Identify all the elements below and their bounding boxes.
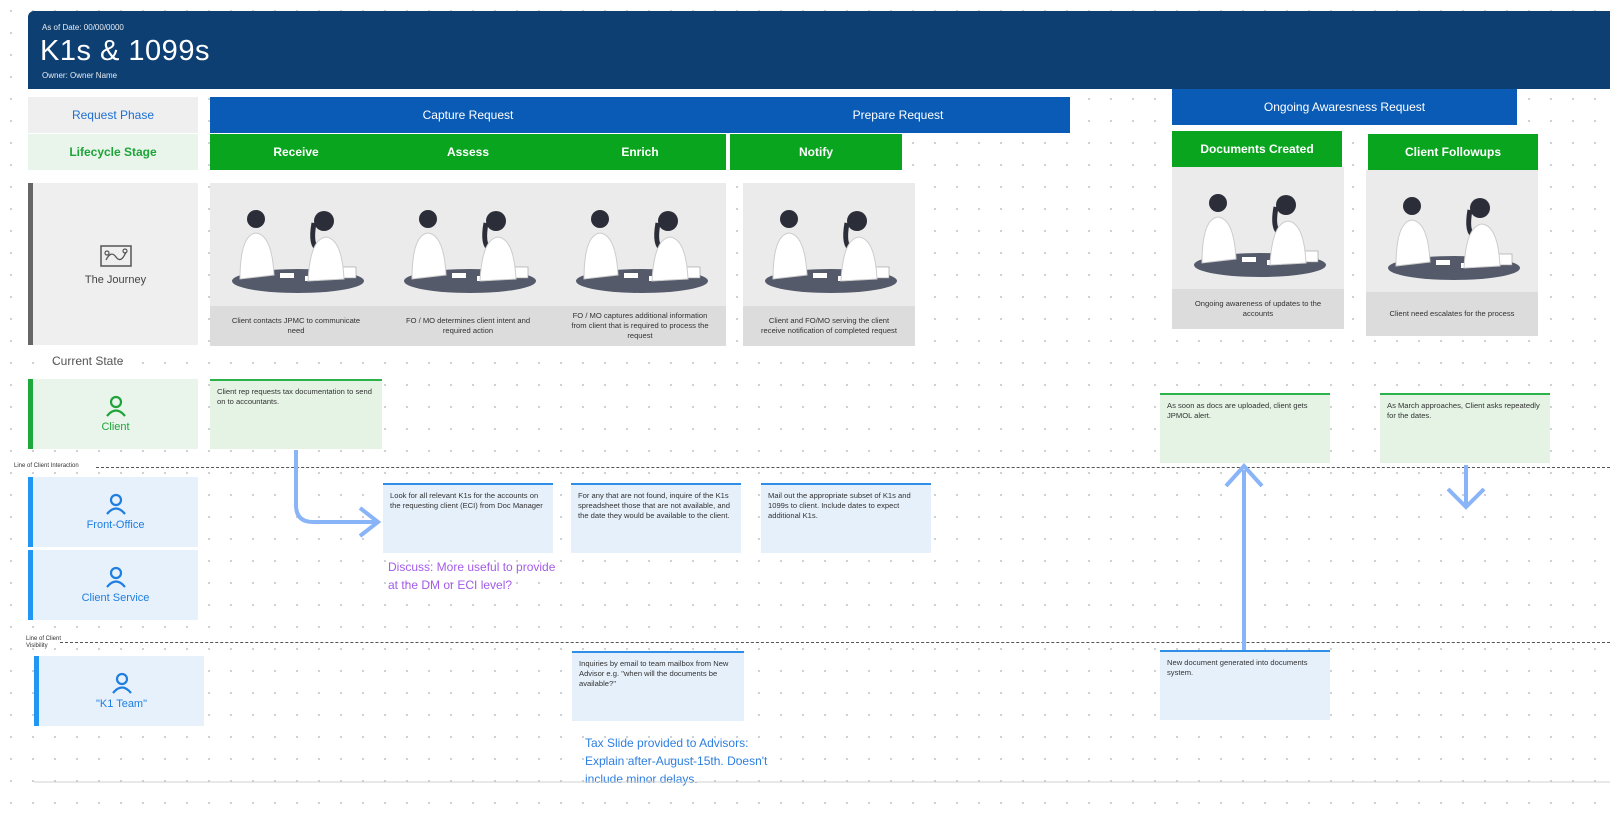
flow-arrows: [34, 450, 1610, 783]
